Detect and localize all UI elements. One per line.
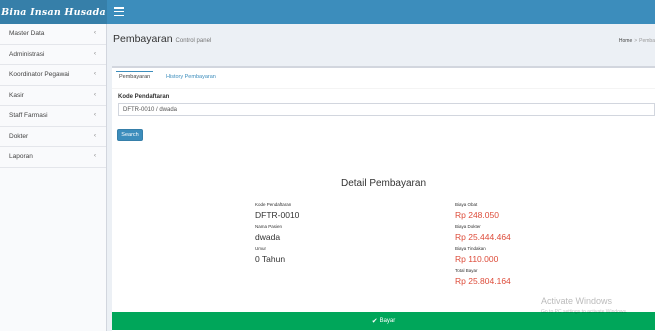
breadcrumb-home[interactable]: Home xyxy=(619,38,632,44)
sidebar-item-label: Laporan xyxy=(9,153,33,161)
label-kode-pendaftaran: Kode Pendaftaran xyxy=(255,202,292,207)
sidebar-item-label: Master Data xyxy=(9,30,45,38)
value-biaya-tindakan: Rp 110.000 xyxy=(455,254,499,264)
sidebar-item-label: Koordinator Pegawai xyxy=(9,71,70,79)
chevron-left-icon: ‹ xyxy=(94,132,96,139)
label-biaya-obat: Biaya Obat xyxy=(455,202,478,207)
chevron-left-icon: ‹ xyxy=(94,30,96,36)
label-biaya-tindakan: Biaya Tindakan xyxy=(455,246,486,251)
search-button-label: Search xyxy=(121,132,139,138)
label-biaya-dokter: Biaya Dokter xyxy=(455,224,481,229)
sidebar-item-administrasi[interactable]: Administrasi ‹ xyxy=(0,45,106,65)
activate-windows-subtext: Go to PC settings to activate Windows. xyxy=(541,309,628,315)
breadcrumb-separator: > xyxy=(634,38,638,44)
sidebar-item-label: Staff Farmasi xyxy=(9,112,48,120)
app-logo[interactable]: Bina Insan Husada xyxy=(0,0,107,24)
detail-title: Detail Pembayaran xyxy=(340,178,427,189)
top-navbar: Bina Insan Husada xyxy=(0,0,655,24)
value-biaya-dokter: Rp 25.444.464 xyxy=(455,232,511,242)
logo-text: Bina Insan Husada xyxy=(1,6,106,18)
value-biaya-obat: Rp 248.050 xyxy=(455,210,499,220)
kode-pendaftaran-input[interactable]: DFTR-0010 / dwada xyxy=(118,103,655,116)
sidebar-item-laporan[interactable]: Laporan ‹ xyxy=(0,147,106,168)
sidebar-item-label: Administrasi xyxy=(9,50,45,58)
chevron-left-icon: ‹ xyxy=(94,50,96,57)
chevron-left-icon: ‹ xyxy=(94,91,96,98)
content-header: Pembayaran Control panel Home > Pemba xyxy=(107,24,655,51)
bayar-button-label: Bayar xyxy=(379,318,396,324)
hamburger-icon[interactable] xyxy=(114,7,124,17)
sidebar-item-kasir[interactable]: Kasir ‹ xyxy=(0,86,106,106)
value-total-bayar: Rp 25.804.164 xyxy=(455,276,511,286)
chevron-left-icon: ‹ xyxy=(94,153,96,159)
page-title: Pembayaran Control panel xyxy=(113,33,211,45)
page-title-text: Pembayaran xyxy=(113,33,173,45)
sidebar-item-master-data[interactable]: Master Data ‹ xyxy=(0,24,106,45)
sidebar-item-staff-farmasi[interactable]: Staff Farmasi ‹ xyxy=(0,106,106,127)
sidebar-item-dokter[interactable]: Dokter ‹ xyxy=(0,127,106,147)
search-button[interactable]: Search xyxy=(117,129,143,141)
sidebar-item-label: Kasir xyxy=(9,91,24,99)
activate-windows-title: Activate Windows xyxy=(541,296,613,306)
sidebar-item-label: Dokter xyxy=(9,132,29,140)
sidebar: Master Data ‹ Administrasi ‹ Koordinator… xyxy=(0,24,107,331)
label-total-bayar: Total Bayar xyxy=(455,268,478,273)
chevron-left-icon: ‹ xyxy=(94,112,96,118)
payment-box: Pembayaran History Pembayaran Kode Penda… xyxy=(112,66,655,331)
kode-pendaftaran-value: DFTR-0010 / dwada xyxy=(123,106,178,113)
value-kode-pendaftaran: DFTR-0010 xyxy=(255,210,300,220)
value-nama-pasien: dwada xyxy=(255,232,281,242)
sidebar-item-koordinator-pegawai[interactable]: Koordinator Pegawai ‹ xyxy=(0,65,106,86)
check-icon: ✔ xyxy=(371,318,378,325)
breadcrumb-current: Pemba xyxy=(639,38,655,44)
label-umur: Umur xyxy=(255,246,266,251)
page-subtitle: Control panel xyxy=(175,38,212,44)
breadcrumb: Home > Pemba xyxy=(619,38,655,44)
label-nama-pasien: Nama Pasien xyxy=(255,224,283,229)
chevron-left-icon: ‹ xyxy=(94,71,96,77)
tab-pembayaran[interactable]: Pembayaran xyxy=(116,71,154,86)
value-umur: 0 Tahun xyxy=(255,254,286,264)
tab-bar: Pembayaran History Pembayaran xyxy=(112,68,655,89)
tab-history-pembayaran[interactable]: History Pembayaran xyxy=(166,74,216,80)
kode-pendaftaran-label: Kode Pendaftaran xyxy=(118,94,170,100)
